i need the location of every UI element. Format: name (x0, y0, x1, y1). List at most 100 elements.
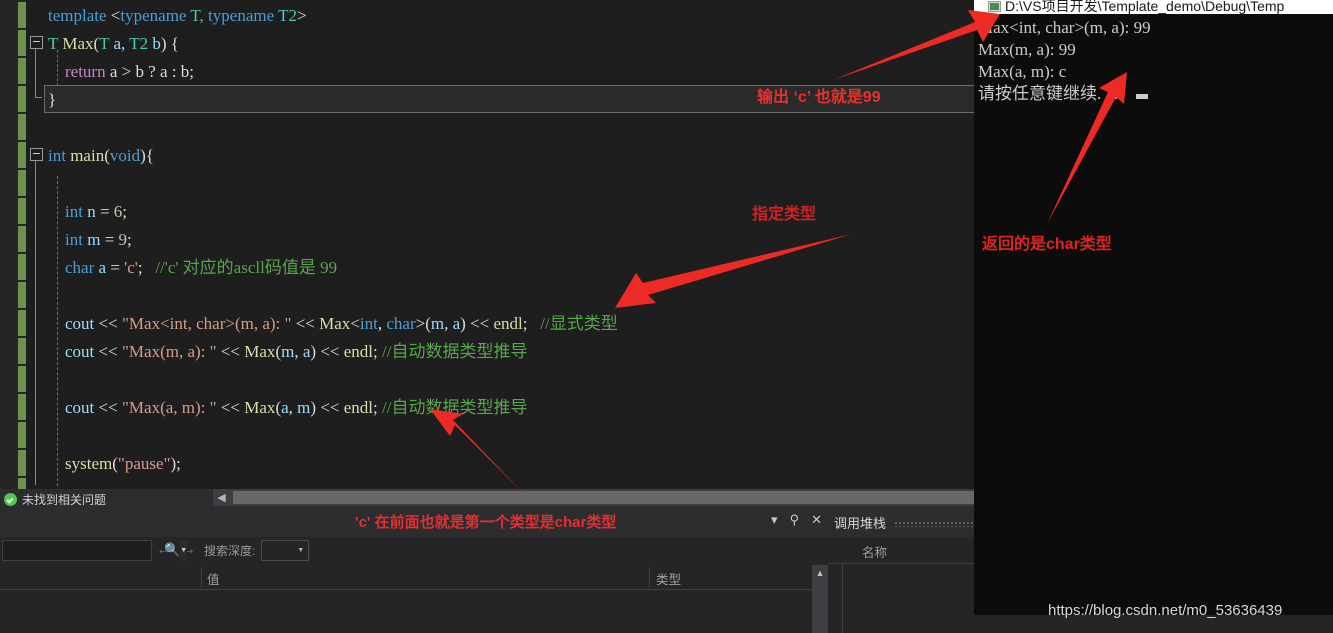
change-bar-segment (18, 422, 26, 448)
watermark-url: https://blog.csdn.net/m0_53636439 (1048, 602, 1283, 619)
code-line[interactable]: T Max(T a, T2 b) { (48, 30, 179, 58)
indent-guide (57, 176, 58, 486)
change-bar-segment (18, 198, 26, 224)
code-token: ; (176, 454, 181, 473)
change-bar-segment (18, 30, 26, 56)
code-line[interactable]: char a = 'c'; //'c' 对应的ascll码值是 99 (48, 254, 337, 282)
editor-glyph-margin[interactable] (26, 0, 48, 489)
tab-callstack[interactable]: 调用堆栈 (834, 513, 886, 532)
console-output: Max<int, char>(m, a): 99 Max(m, a): 99 Max… (974, 14, 1333, 615)
locals-search-row[interactable]: 🔍 ▼ ← → 搜索深度: ▼ (0, 537, 828, 563)
close-icon[interactable]: ✕ (811, 513, 822, 526)
code-token: Max (244, 342, 276, 361)
code-token: = (100, 230, 119, 249)
code-token: < (110, 6, 121, 25)
panel-header-icon-group[interactable]: ▾ ⚲ ✕ (771, 513, 822, 526)
scroll-left-icon[interactable]: ◀ (213, 489, 230, 506)
scrollbar-thumb[interactable] (233, 491, 983, 504)
code-line[interactable]: system("pause"); (48, 450, 181, 478)
code-line[interactable]: cout << "Max<int, char>(m, a): " << Max<… (48, 310, 618, 338)
code-token: ) { (160, 34, 179, 53)
code-token: ; (373, 398, 383, 417)
console-line: Max<int, char>(m, a): 99 (978, 18, 1151, 37)
indent-guide (57, 50, 58, 86)
code-token: m (87, 230, 101, 249)
code-token: = (106, 258, 125, 277)
code-token: system (65, 454, 113, 473)
code-token: , (294, 342, 303, 361)
code-line[interactable]: } (48, 86, 56, 114)
change-bar-segment (18, 450, 26, 476)
code-token: main (70, 146, 105, 165)
code-token: , (288, 398, 298, 417)
locals-vertical-scrollbar[interactable]: ▲ (812, 565, 828, 633)
annotation-specify-type: 指定类型 (752, 206, 817, 223)
scroll-up-icon[interactable]: ▲ (812, 565, 828, 581)
change-bar-segment (18, 170, 26, 196)
column-header-type[interactable]: 类型 (656, 569, 681, 588)
search-input-wrapper[interactable]: 🔍 ▼ (2, 539, 188, 561)
code-token: < (350, 314, 360, 333)
code-token: endl (343, 398, 374, 417)
change-bar-segment (18, 114, 26, 140)
fold-toggle-icon[interactable] (30, 36, 43, 49)
code-token: return (65, 62, 106, 81)
code-token: T2 (129, 34, 149, 53)
code-token: Max (244, 398, 276, 417)
editor-horizontal-scrollbar[interactable]: ◀ (213, 489, 989, 506)
status-message: 未找到相关问题 (22, 492, 107, 507)
code-token: endl (493, 314, 523, 333)
code-line[interactable]: cout << "Max(a, m): " << Max(a, m) << en… (48, 394, 527, 422)
change-tracking-bar (18, 0, 26, 504)
code-token: << (94, 314, 122, 333)
code-token: void (109, 146, 141, 165)
code-token: 'c' (124, 258, 138, 277)
code-token: "Max(m, a): " (121, 342, 217, 361)
column-divider (649, 567, 650, 587)
code-token: template (48, 6, 111, 25)
code-line[interactable]: int n = 6; (48, 198, 127, 226)
code-token: "Max(a, m): " (121, 398, 217, 417)
code-line[interactable]: return a > b ? a : b; (48, 58, 194, 86)
code-token: >( (415, 314, 431, 333)
editor-left-margin (0, 0, 18, 489)
console-cursor (1136, 94, 1149, 99)
fold-toggle-icon[interactable] (30, 148, 43, 161)
search-options-chevron-icon[interactable]: ▼ (180, 539, 188, 561)
code-token: = (95, 202, 114, 221)
change-bar-segment (18, 254, 26, 280)
code-line[interactable]: int main(void){ (48, 142, 154, 170)
code-token: << (465, 314, 494, 333)
fold-region-line (35, 160, 36, 485)
pin-icon[interactable]: ⚲ (790, 513, 800, 526)
code-token: //显式类型 (527, 314, 618, 333)
code-token: } (48, 90, 57, 109)
code-token: typename (208, 6, 275, 25)
code-token: //自动数据类型推导 (382, 342, 528, 361)
code-token: n (87, 202, 96, 221)
console-line: 请按任意键继续. . . (978, 83, 1333, 105)
search-input[interactable] (3, 542, 164, 558)
change-bar-segment (18, 338, 26, 364)
code-token: T (99, 34, 110, 53)
code-token: //'c' 对应的ascll码值是 99 (142, 258, 338, 277)
change-bar-segment (18, 282, 26, 308)
column-header-value[interactable]: 值 (207, 569, 220, 588)
code-line[interactable]: int m = 9; (48, 226, 132, 254)
locals-column-header: 值 类型 (0, 565, 828, 590)
callstack-left-gutter (828, 563, 843, 633)
code-line[interactable]: template <typename T, typename T2> (48, 2, 307, 30)
console-title-bar[interactable]: D:\VS项目开发\Template_demo\Debug\Temp (974, 0, 1333, 14)
column-header-name[interactable]: 名称 (862, 542, 887, 561)
code-token: ; (122, 202, 128, 221)
code-line[interactable]: cout << "Max(m, a): " << Max(m, a) << en… (48, 338, 527, 366)
annotation-return-char: 返回的是char类型 (982, 236, 1112, 253)
fold-region-line (35, 48, 42, 98)
code-token: Max (62, 34, 94, 53)
console-window[interactable]: D:\VS项目开发\Template_demo\Debug\Temp Max<i… (974, 0, 1333, 615)
code-token: Max (319, 314, 351, 333)
code-token: a (281, 398, 289, 417)
code-token: a (98, 258, 107, 277)
chevron-down-icon[interactable]: ▾ (771, 513, 778, 526)
search-depth-select[interactable]: ▼ (261, 539, 310, 561)
